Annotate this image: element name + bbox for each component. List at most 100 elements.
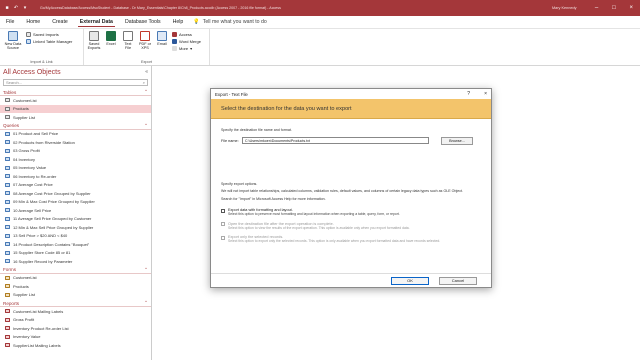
nav-item-label: CustomerList Mailing Labels <box>13 308 64 314</box>
import-link-group: New Data Source Saved Imports Linked Tab… <box>0 29 84 65</box>
nav-collapse-icon[interactable]: « <box>145 69 148 75</box>
save-icon[interactable]: ■ <box>4 5 10 11</box>
nav-item-form[interactable]: Supplier List <box>0 291 151 300</box>
nav-item-label: 03 Gross Profit <box>13 148 40 154</box>
more-export-button[interactable]: More ▾ <box>172 46 201 51</box>
close-icon[interactable]: × <box>484 91 487 97</box>
saved-imports-button[interactable]: Saved Imports <box>26 32 72 37</box>
nav-item-report[interactable]: Inventory Value <box>0 333 151 342</box>
minimize-icon[interactable]: – <box>595 5 598 11</box>
tab-database-tools[interactable]: Database Tools <box>123 18 163 26</box>
nav-item-query[interactable]: 13 Sell Price > $20 AND < $40 <box>0 232 151 241</box>
nav-item-query[interactable]: 08 Average Cost Price Grouped by Supplie… <box>0 189 151 198</box>
nav-header[interactable]: All Access Objects « <box>0 66 151 78</box>
nav-item-report[interactable]: CustomerList Mailing Labels <box>0 307 151 316</box>
linked-table-manager-button[interactable]: Linked Table Manager <box>26 39 72 44</box>
tab-help[interactable]: Help <box>171 18 186 26</box>
nav-item-report[interactable]: SupplierList Mailing Labels <box>0 341 151 350</box>
query-icon <box>5 148 10 153</box>
nav-item-query[interactable]: 02 Products from Riverside Station <box>0 138 151 147</box>
nav-item-query[interactable]: 05 Inventory Value <box>0 164 151 173</box>
form-icon <box>5 284 10 289</box>
nav-item-form[interactable]: CustomerList <box>0 274 151 283</box>
nav-item-query[interactable]: 06 Inventory to Re-order <box>0 172 151 181</box>
text-file-icon <box>123 31 133 41</box>
browse-button[interactable]: Browse... <box>441 136 473 145</box>
dialog-title-bar[interactable]: Export - Text File ? × <box>211 89 491 99</box>
option-export-formatting[interactable]: Export data with formatting and layout. … <box>221 208 481 216</box>
collapse-chevron-icon[interactable]: ⌃ <box>144 123 148 129</box>
nav-item-report[interactable]: Gross Profit <box>0 316 151 325</box>
selected-records-checkbox <box>221 235 225 240</box>
query-icon <box>5 250 10 255</box>
table-icon <box>5 106 10 111</box>
nav-item-form[interactable]: Products <box>0 282 151 291</box>
collapse-chevron-icon[interactable]: ⌃ <box>144 267 148 273</box>
maximize-icon[interactable]: □ <box>612 5 616 11</box>
query-icon <box>5 140 10 145</box>
nav-item-label: 14 Product Description Contains "Bouquet… <box>13 241 90 247</box>
word-merge-label: Word Merge <box>179 39 201 44</box>
cancel-button[interactable]: Cancel <box>439 276 477 285</box>
dialog-body: Specify the destination file name and fo… <box>211 128 491 244</box>
query-icon <box>5 216 10 221</box>
export-group: Saved Exports Excel Text File PDF or XPS… <box>84 29 210 65</box>
option-open-destination: Open the destination file after the expo… <box>221 222 481 230</box>
ribbon-tabs: File Home Create External Data Database … <box>0 16 640 28</box>
tab-file[interactable]: File <box>4 18 16 26</box>
linked-table-icon <box>26 39 31 44</box>
ribbon: New Data Source Saved Imports Linked Tab… <box>0 28 640 66</box>
nav-category-form[interactable]: Forms ⌃ <box>0 267 151 274</box>
nav-search-input[interactable]: Search... ⌕ <box>3 79 148 86</box>
title-bar: ■ ↶ ▾ Go/MyAccessDatabase/Access/MsoStud… <box>0 0 640 16</box>
saved-imports-icon <box>26 32 31 37</box>
nav-category-table[interactable]: Tables ⌃ <box>0 89 151 96</box>
nav-item-report[interactable]: Inventory Product Re-order List <box>0 324 151 333</box>
nav-item-query[interactable]: 09 Min & Max Cost Price Grouped by Suppl… <box>0 198 151 207</box>
ok-button[interactable]: OK <box>391 276 429 285</box>
collapse-chevron-icon[interactable]: ⌃ <box>144 89 148 95</box>
saved-exports-label: Saved Exports <box>87 42 101 51</box>
word-icon <box>172 39 177 44</box>
nav-item-label: 05 Inventory Value <box>13 165 47 171</box>
nav-item-table[interactable]: CustomerList <box>0 96 151 105</box>
nav-item-query[interactable]: 12 Min & Max Sell Price Grouped by Suppl… <box>0 223 151 232</box>
close-window-icon[interactable]: × <box>630 5 634 11</box>
window-controls: – □ × <box>588 5 640 11</box>
file-name-input[interactable]: C:\Users\mkoen\Documents\Products.txt <box>242 137 429 145</box>
tab-home[interactable]: Home <box>24 18 42 26</box>
report-icon <box>5 334 10 339</box>
access-export-button[interactable]: Access <box>172 32 201 37</box>
nav-item-query[interactable]: 14 Product Description Contains "Bouquet… <box>0 240 151 249</box>
nav-item-table[interactable]: Supplier List <box>0 113 151 122</box>
help-icon[interactable]: ? <box>467 91 470 97</box>
nav-category-report[interactable]: Reports ⌃ <box>0 300 151 307</box>
export-formatting-checkbox[interactable] <box>221 208 225 213</box>
export-text-file-dialog: Export - Text File ? × Select the destin… <box>210 88 492 288</box>
nav-item-query[interactable]: 16 Supplier Record by Parameter <box>0 257 151 266</box>
nav-category-query[interactable]: Queries ⌃ <box>0 123 151 130</box>
nav-item-query[interactable]: 10 Average Sell Price <box>0 206 151 215</box>
tab-create[interactable]: Create <box>50 18 70 26</box>
tell-me-search[interactable]: 💡 Tell me what you want to do <box>193 19 266 25</box>
collapse-chevron-icon[interactable]: ⌃ <box>144 300 148 306</box>
tab-external-data[interactable]: External Data <box>77 18 115 27</box>
nav-item-table[interactable]: Products <box>0 104 151 113</box>
nav-item-query[interactable]: 07 Average Cost Price <box>0 181 151 190</box>
nav-item-query[interactable]: 15 Supplier Store Code 85 or 81 <box>0 249 151 258</box>
nav-item-query[interactable]: 04 Inventory <box>0 155 151 164</box>
word-merge-button[interactable]: Word Merge <box>172 39 201 44</box>
email-label: Email <box>157 42 167 46</box>
excel-icon <box>106 31 116 41</box>
query-icon <box>5 242 10 247</box>
nav-item-query[interactable]: 11 Average Sell Price Grouped by Custome… <box>0 215 151 224</box>
customize-qat-icon[interactable]: ▾ <box>22 5 28 11</box>
nav-item-query[interactable]: 03 Gross Profit <box>0 147 151 156</box>
undo-icon[interactable]: ↶ <box>13 5 19 11</box>
query-icon <box>5 191 10 196</box>
nav-item-query[interactable]: 01 Product and Sell Price <box>0 130 151 139</box>
nav-category-label: Tables <box>3 89 17 95</box>
user-name[interactable]: Mary Kennedy <box>552 6 588 10</box>
nav-title: All Access Objects <box>3 68 61 76</box>
open-destination-desc: Select this option to view the results o… <box>228 225 410 230</box>
